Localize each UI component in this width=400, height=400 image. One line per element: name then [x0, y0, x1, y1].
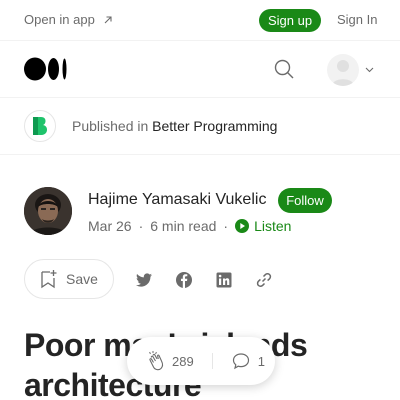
open-in-app-link[interactable]: Open in app: [24, 12, 113, 27]
author-avatar[interactable]: [24, 187, 72, 235]
bookmark-add-icon: [41, 270, 57, 289]
publication-logo[interactable]: [24, 110, 56, 142]
publish-date: Mar 26: [88, 218, 132, 234]
linkedin-icon[interactable]: [214, 270, 234, 290]
divider: [211, 353, 213, 369]
listen-button[interactable]: Listen: [235, 218, 291, 234]
response-bubble-icon[interactable]: [231, 351, 251, 371]
save-label: Save: [66, 271, 98, 287]
facebook-icon[interactable]: [174, 270, 194, 290]
author-portrait-icon: [24, 187, 72, 235]
play-icon: [235, 219, 250, 233]
sign-up-button[interactable]: Sign up: [259, 9, 321, 32]
article-meta: Mar 26 · 6 min read · Listen: [88, 218, 291, 234]
user-menu-button[interactable]: [327, 53, 377, 87]
meta-separator: ·: [138, 218, 144, 234]
clap-icon[interactable]: [144, 350, 166, 372]
follow-button[interactable]: Follow: [278, 188, 332, 213]
medium-logo-icon[interactable]: [24, 57, 68, 81]
published-in-prefix: Published in: [72, 118, 149, 134]
copy-link-icon[interactable]: [254, 270, 274, 290]
published-in-text: Published in Better Programming: [72, 118, 277, 134]
open-in-app-label: Open in app: [24, 12, 95, 27]
top-bar: Open in app Sign up Sign In: [0, 0, 400, 41]
author-name-link[interactable]: Hajime Yamasaki Vukelic: [88, 191, 266, 209]
chevron-down-icon: [365, 67, 374, 73]
listen-label: Listen: [254, 218, 292, 234]
clap-count: 289: [172, 353, 194, 369]
meta-separator: ·: [223, 218, 229, 234]
avatar: [327, 54, 359, 86]
twitter-icon[interactable]: [134, 270, 154, 290]
better-programming-logo-icon: [33, 117, 47, 135]
save-button[interactable]: Save: [24, 259, 114, 299]
site-header: [0, 41, 400, 98]
read-time: 6 min read: [150, 218, 217, 234]
external-arrow-icon: [104, 15, 112, 23]
user-silhouette-icon: [332, 60, 354, 86]
publication-name-link[interactable]: Better Programming: [152, 118, 277, 134]
response-count: 1: [257, 353, 265, 369]
floating-action-bar: 289 1: [127, 337, 275, 385]
publication-bar: Published in Better Programming: [0, 98, 400, 155]
search-icon[interactable]: [272, 57, 296, 81]
sign-in-link[interactable]: Sign In: [337, 12, 377, 27]
